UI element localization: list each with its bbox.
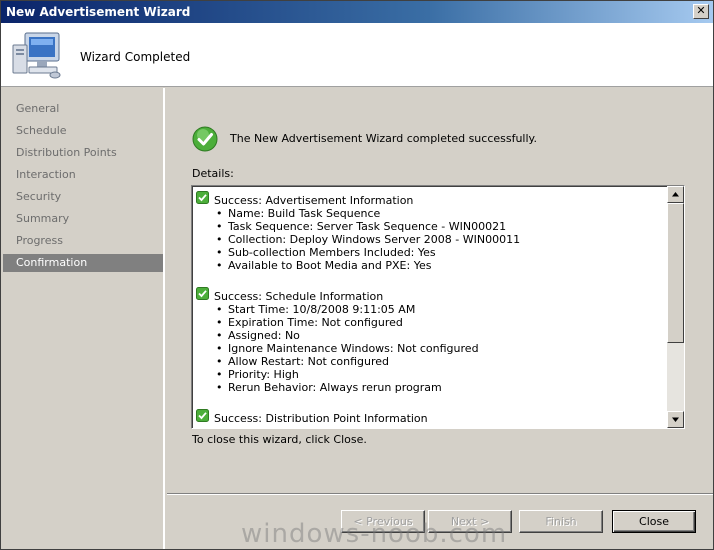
success-check-icon bbox=[196, 287, 209, 300]
window-title: New Advertisement Wizard bbox=[6, 5, 191, 19]
arrow-up-icon bbox=[672, 192, 679, 197]
sidebar-item-summary[interactable]: Summary bbox=[3, 210, 163, 228]
section-heading-distribution-point: Success: Distribution Point Information bbox=[214, 412, 428, 425]
success-check-icon bbox=[196, 409, 209, 422]
close-button[interactable]: Close bbox=[612, 510, 696, 533]
arrow-down-icon bbox=[672, 417, 679, 422]
scroll-thumb[interactable] bbox=[667, 203, 684, 343]
list-item: Allow Restart: Not configured bbox=[216, 355, 389, 368]
list-item: Start Time: 10/8/2008 9:11:05 AM bbox=[216, 303, 415, 316]
wizard-window: New Advertisement Wizard ✕ Wizard Comple… bbox=[0, 0, 714, 550]
title-bar[interactable]: New Advertisement Wizard ✕ bbox=[1, 1, 713, 23]
footer-divider bbox=[167, 493, 713, 495]
details-scrollbar[interactable] bbox=[667, 186, 684, 428]
close-hint: To close this wizard, click Close. bbox=[192, 433, 367, 446]
list-item: Collection: Deploy Windows Server 2008 -… bbox=[216, 233, 520, 246]
success-check-icon bbox=[196, 191, 209, 204]
scroll-up-button[interactable] bbox=[667, 186, 684, 203]
list-item: Sub-collection Members Included: Yes bbox=[216, 246, 436, 259]
finish-button[interactable]: Finish bbox=[519, 510, 603, 533]
sidebar-item-general[interactable]: General bbox=[3, 100, 163, 118]
section-heading-schedule: Success: Schedule Information bbox=[214, 290, 384, 303]
details-label: Details: bbox=[192, 167, 234, 180]
list-item: Rerun Behavior: Always rerun program bbox=[216, 381, 442, 394]
details-content: Success: Advertisement Information Name:… bbox=[192, 186, 668, 428]
success-check-icon bbox=[192, 126, 218, 152]
list-item: Priority: High bbox=[216, 368, 299, 381]
list-item: Task Sequence: Server Task Sequence - WI… bbox=[216, 220, 506, 233]
sidebar-item-security[interactable]: Security bbox=[3, 188, 163, 206]
list-item: Name: Build Task Sequence bbox=[216, 207, 380, 220]
success-message: The New Advertisement Wizard completed s… bbox=[230, 132, 537, 145]
details-textbox[interactable]: Success: Advertisement Information Name:… bbox=[191, 185, 685, 429]
sidebar-item-progress[interactable]: Progress bbox=[3, 232, 163, 250]
sidebar-item-distribution-points[interactable]: Distribution Points bbox=[3, 144, 163, 162]
computer-icon bbox=[12, 32, 61, 79]
list-item: Ignore Maintenance Windows: Not configur… bbox=[216, 342, 479, 355]
list-item: Assigned: No bbox=[216, 329, 300, 342]
sidebar-item-confirmation[interactable]: Confirmation bbox=[3, 254, 163, 272]
sidebar-item-schedule[interactable]: Schedule bbox=[3, 122, 163, 140]
watermark: windows-noob.com bbox=[241, 519, 508, 549]
sidebar-item-interaction[interactable]: Interaction bbox=[3, 166, 163, 184]
wizard-header: Wizard Completed bbox=[1, 23, 713, 87]
list-item: Expiration Time: Not configured bbox=[216, 316, 403, 329]
wizard-nav: General Schedule Distribution Points Int… bbox=[1, 88, 165, 549]
section-heading-advertisement: Success: Advertisement Information bbox=[214, 194, 414, 207]
page-title: Wizard Completed bbox=[80, 50, 191, 64]
close-icon[interactable]: ✕ bbox=[693, 4, 709, 19]
list-item: Available to Boot Media and PXE: Yes bbox=[216, 259, 431, 272]
scroll-down-button[interactable] bbox=[667, 411, 684, 428]
